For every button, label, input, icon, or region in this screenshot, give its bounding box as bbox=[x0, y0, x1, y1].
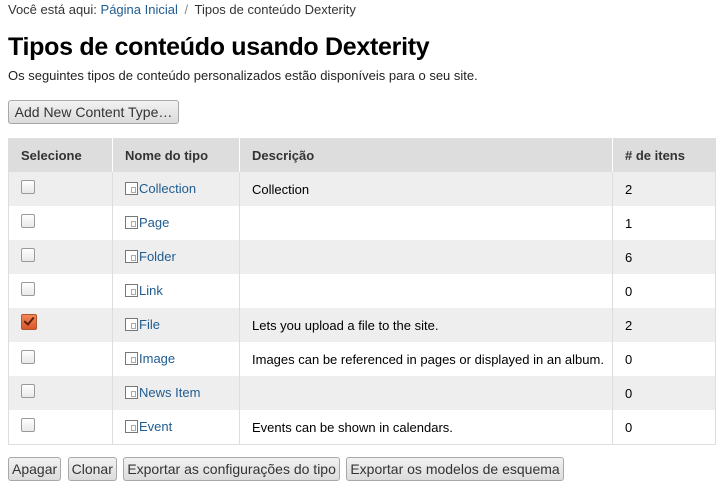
description-cell bbox=[239, 376, 613, 410]
select-cell bbox=[8, 206, 113, 240]
clone-button[interactable]: Clonar bbox=[67, 457, 117, 481]
table-body: Collection Collection 2 Page 1 Folder 6 Link 0 Fi… bbox=[8, 172, 716, 445]
description-cell: Images can be referenced in pages or dis… bbox=[239, 342, 613, 376]
table-row: Page 1 bbox=[8, 206, 716, 240]
type-name-cell: Folder bbox=[112, 240, 240, 274]
header-item-count: # de itens bbox=[612, 138, 716, 172]
item-count-cell: 0 bbox=[612, 342, 716, 376]
content-type-icon bbox=[125, 249, 138, 263]
export-type-settings-button[interactable]: Exportar as configurações do tipo bbox=[123, 457, 340, 481]
item-count-cell: 6 bbox=[612, 240, 716, 274]
type-name-cell: Collection bbox=[112, 172, 240, 206]
content-type-icon bbox=[125, 181, 138, 195]
item-count-cell: 0 bbox=[612, 410, 716, 445]
content-type-link[interactable]: Event bbox=[139, 419, 172, 434]
row-select-checkbox[interactable] bbox=[21, 179, 35, 194]
item-count-cell: 0 bbox=[612, 376, 716, 410]
row-select-checkbox[interactable] bbox=[21, 247, 35, 262]
description-cell bbox=[239, 240, 613, 274]
description-cell: Lets you upload a file to the site. bbox=[239, 308, 613, 342]
page-title: Tipos de conteúdo usando Dexterity bbox=[8, 33, 430, 61]
content-type-link[interactable]: Link bbox=[139, 283, 163, 298]
content-type-link[interactable]: Page bbox=[139, 215, 169, 230]
row-select-checkbox[interactable] bbox=[21, 314, 37, 331]
content-type-link[interactable]: News Item bbox=[139, 385, 200, 400]
description-cell bbox=[239, 274, 613, 308]
description-cell: Collection bbox=[239, 172, 613, 206]
header-select: Selecione bbox=[8, 138, 113, 172]
content-type-icon bbox=[125, 419, 138, 433]
table-row: Image Images can be referenced in pages o… bbox=[8, 342, 716, 376]
breadcrumb-current: Tipos de conteúdo Dexterity bbox=[194, 2, 356, 17]
add-new-content-type-button[interactable]: Add New Content Type… bbox=[8, 100, 179, 124]
type-name-cell: Link bbox=[112, 274, 240, 308]
type-name-cell: News Item bbox=[112, 376, 240, 410]
type-name-cell: Page bbox=[112, 206, 240, 240]
content-type-icon bbox=[125, 385, 138, 399]
table-row: Event Events can be shown in calendars. 0 bbox=[8, 410, 716, 445]
row-select-checkbox[interactable] bbox=[21, 417, 35, 432]
table-row: Collection Collection 2 bbox=[8, 172, 716, 206]
content-type-link[interactable]: Folder bbox=[139, 249, 176, 264]
select-cell bbox=[8, 274, 113, 308]
content-type-icon bbox=[125, 283, 138, 297]
row-select-checkbox[interactable] bbox=[21, 349, 35, 364]
item-count-cell: 2 bbox=[612, 172, 716, 206]
export-schema-models-button[interactable]: Exportar os modelos de esquema bbox=[346, 457, 564, 481]
delete-button[interactable]: Apagar bbox=[8, 457, 62, 481]
select-cell bbox=[8, 240, 113, 274]
page: Você está aqui: Página Inicial / Tipos d… bbox=[0, 0, 728, 494]
table-row: Folder 6 bbox=[8, 240, 716, 274]
type-name-cell: Image bbox=[112, 342, 240, 376]
breadcrumb-prefix: Você está aqui: bbox=[8, 2, 97, 17]
select-cell bbox=[8, 172, 113, 206]
content-type-link[interactable]: File bbox=[139, 317, 160, 332]
item-count-cell: 1 bbox=[612, 206, 716, 240]
breadcrumb-home-link[interactable]: Página Inicial bbox=[101, 2, 178, 17]
breadcrumb-separator: / bbox=[184, 2, 189, 17]
table-header-row: Selecione Nome do tipo Descrição # de it… bbox=[8, 138, 716, 172]
content-types-table: Selecione Nome do tipo Descrição # de it… bbox=[8, 138, 716, 445]
item-count-cell: 2 bbox=[612, 308, 716, 342]
row-select-checkbox[interactable] bbox=[21, 383, 35, 398]
form-actions: Apagar Clonar Exportar as configurações … bbox=[8, 457, 566, 481]
content-type-link[interactable]: Image bbox=[139, 351, 175, 366]
header-description: Descrição bbox=[239, 138, 613, 172]
table-row: File Lets you upload a file to the site. 2 bbox=[8, 308, 716, 342]
content-type-icon bbox=[125, 317, 138, 331]
breadcrumb: Você está aqui: Página Inicial / Tipos d… bbox=[8, 2, 356, 17]
table-row: News Item 0 bbox=[8, 376, 716, 410]
description-cell bbox=[239, 206, 613, 240]
item-count-cell: 0 bbox=[612, 274, 716, 308]
description-cell: Events can be shown in calendars. bbox=[239, 410, 613, 445]
table-row: Link 0 bbox=[8, 274, 716, 308]
select-cell bbox=[8, 342, 113, 376]
content-type-icon bbox=[125, 351, 138, 365]
content-type-link[interactable]: Collection bbox=[139, 181, 196, 196]
select-cell bbox=[8, 376, 113, 410]
row-select-checkbox[interactable] bbox=[21, 281, 35, 296]
page-description: Os seguintes tipos de conteúdo personali… bbox=[8, 68, 478, 83]
select-cell bbox=[8, 410, 113, 445]
select-cell bbox=[8, 308, 113, 342]
content-type-icon bbox=[125, 215, 138, 229]
type-name-cell: File bbox=[112, 308, 240, 342]
header-type-name: Nome do tipo bbox=[112, 138, 240, 172]
row-select-checkbox[interactable] bbox=[21, 213, 35, 228]
type-name-cell: Event bbox=[112, 410, 240, 445]
